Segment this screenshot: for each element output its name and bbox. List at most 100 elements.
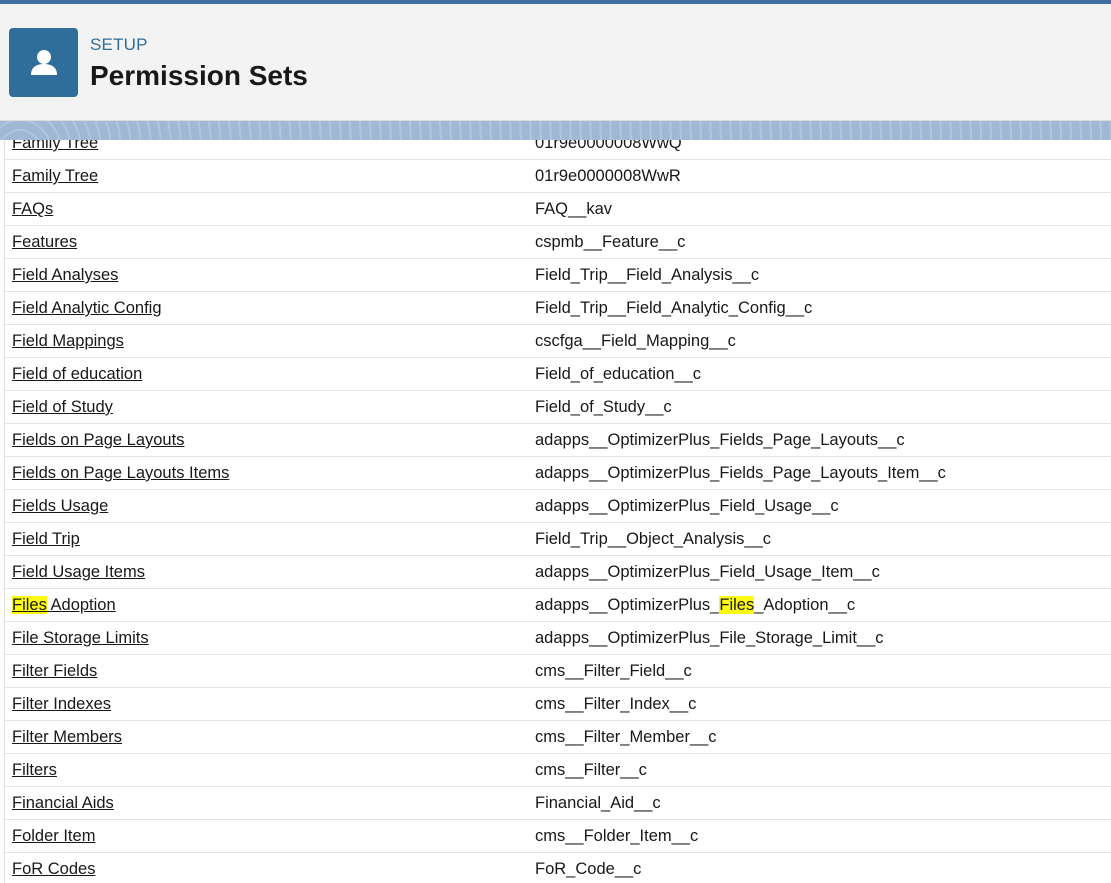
table-row: Folder Item cms__Folder_Item__c <box>5 820 1111 853</box>
api-name-cell: cscfga__Field_Mapping__c <box>535 332 736 350</box>
search-highlight: Files <box>12 596 47 614</box>
permission-set-link[interactable]: Field Analyses <box>12 266 118 284</box>
permission-set-link[interactable]: Fields Usage <box>12 497 108 515</box>
permission-set-link[interactable]: Fields on Page Layouts <box>12 431 184 449</box>
table-row: Field Usage Items adapps__OptimizerPlus_F… <box>5 556 1111 589</box>
permission-set-name-cell: Fields on Page Layouts <box>12 431 184 450</box>
page-title: Permission Sets <box>90 60 308 91</box>
permission-set-name-cell: Financial Aids <box>12 794 114 813</box>
api-name-cell: 01r9e0000008WwR <box>535 167 681 185</box>
permission-set-name-cell: Field Usage Items <box>12 563 145 582</box>
table-row: FoR Codes FoR_Code__c <box>5 853 1111 883</box>
page-header: SETUP Permission Sets <box>0 4 1111 121</box>
results-table: Family Tree 01r9e0000008WwQ Family Tree 01r… <box>4 140 1111 883</box>
permission-set-link[interactable]: FAQs <box>12 200 53 218</box>
table-row: Files Adoption adapps__OptimizerPlus_File… <box>5 589 1111 622</box>
permission-set-name-cell: FoR Codes <box>12 860 95 879</box>
permission-set-name-cell: Folder Item <box>12 827 95 846</box>
permission-set-name-cell: Field Analyses <box>12 266 118 285</box>
api-name-cell: Field_Trip__Field_Analysis__c <box>535 266 760 284</box>
table-row: Field Analytic Config Field_Trip__Field_A… <box>5 292 1111 325</box>
permission-set-name-cell: Field Mappings <box>12 332 124 351</box>
permission-set-link[interactable]: Family Tree <box>12 167 98 185</box>
api-name-cell: cms__Folder_Item__c <box>535 827 699 845</box>
permission-set-link[interactable]: Family Tree <box>12 140 98 152</box>
permission-set-name-cell: Filter Members <box>12 728 122 747</box>
table-row: Field Analyses Field_Trip__Field_Analysis… <box>5 259 1111 292</box>
permission-set-link[interactable]: Field Trip <box>12 530 80 548</box>
permission-set-name-cell: Filters <box>12 761 57 780</box>
permission-set-name-cell: Family Tree <box>12 140 98 153</box>
table-row: Field Mappings cscfga__Field_Mapping__c <box>5 325 1111 358</box>
api-name-cell: Field_of_education__c <box>535 365 702 383</box>
api-name-cell: Field_of_Study__c <box>535 398 672 416</box>
permission-set-link[interactable]: Field of Study <box>12 398 113 416</box>
table-row: Family Tree 01r9e0000008WwR <box>5 160 1111 193</box>
permission-set-link[interactable]: Folder Item <box>12 827 95 845</box>
table-row: Features cspmb__Feature__c <box>5 226 1111 259</box>
permission-set-link[interactable]: Fields on Page Layouts Items <box>12 464 229 482</box>
table-row: Filter Indexes cms__Filter_Index__c <box>5 688 1111 721</box>
table-row: Fields Usage adapps__OptimizerPlus_Field_… <box>5 490 1111 523</box>
api-name-cell: FoR_Code__c <box>535 860 642 878</box>
api-name-cell: Field_Trip__Object_Analysis__c <box>535 530 772 548</box>
permission-set-name-cell: Features <box>12 233 77 252</box>
api-name-cell: Financial_Aid__c <box>535 794 661 812</box>
breadcrumb: SETUP <box>90 35 148 54</box>
permission-set-link[interactable]: FoR Codes <box>12 860 95 878</box>
table-row: Field Trip Field_Trip__Object_Analysis__c <box>5 523 1111 556</box>
api-name-cell: cms__Filter_Member__c <box>535 728 717 746</box>
permission-set-link[interactable]: Field of education <box>12 365 142 383</box>
table-row: Filter Fields cms__Filter_Field__c <box>5 655 1111 688</box>
permission-set-name-cell: Filter Indexes <box>12 695 111 714</box>
permission-set-link[interactable]: Financial Aids <box>12 794 114 812</box>
permission-set-link[interactable]: Field Analytic Config <box>12 299 162 317</box>
permission-set-link[interactable]: Filter Fields <box>12 662 97 680</box>
api-name-cell: cms__Filter__c <box>535 761 647 779</box>
api-name-cell: 01r9e0000008WwQ <box>535 140 682 152</box>
table-row: Fields on Page Layouts adapps__OptimizerP… <box>5 424 1111 457</box>
permission-set-link[interactable]: Field Usage Items <box>12 563 145 581</box>
api-name-cell: adapps__OptimizerPlus_Fields_Page_Layout… <box>535 464 946 482</box>
table-row: FAQs FAQ__kav <box>5 193 1111 226</box>
permission-set-name-cell: Files Adoption <box>12 596 116 615</box>
table-row: Filter Members cms__Filter_Member__c <box>5 721 1111 754</box>
permission-set-name-cell: Fields on Page Layouts Items <box>12 464 229 483</box>
permission-set-name-cell: FAQs <box>12 200 53 219</box>
user-icon <box>9 28 78 97</box>
api-name-cell: adapps__OptimizerPlus_Field_Usage__c <box>535 497 839 515</box>
permission-set-name-cell: Field Trip <box>12 530 80 549</box>
permission-set-link[interactable]: Features <box>12 233 77 251</box>
table-row: Family Tree 01r9e0000008WwQ <box>5 140 1111 160</box>
api-name-cell: cms__Filter_Index__c <box>535 695 697 713</box>
table-row: Field of Study Field_of_Study__c <box>5 391 1111 424</box>
api-name-cell: adapps__OptimizerPlus_Fields_Page_Layout… <box>535 431 905 449</box>
permission-set-name-cell: Field Analytic Config <box>12 299 162 318</box>
api-name-cell: adapps__OptimizerPlus_Field_Usage_Item__… <box>535 563 880 581</box>
table-row: File Storage Limits adapps__OptimizerPlus… <box>5 622 1111 655</box>
api-name-cell: cspmb__Feature__c <box>535 233 686 251</box>
permission-set-name-cell: Fields Usage <box>12 497 108 516</box>
permission-set-link[interactable]: File Storage Limits <box>12 629 149 647</box>
permission-set-name-cell: Field of Study <box>12 398 113 417</box>
api-name-cell: FAQ__kav <box>535 200 613 218</box>
permission-set-link[interactable]: Files Adoption <box>12 596 116 614</box>
table-row: Financial Aids Financial_Aid__c <box>5 787 1111 820</box>
search-highlight: Files <box>719 596 755 614</box>
permission-set-name-cell: Filter Fields <box>12 662 97 681</box>
api-name-cell: adapps__OptimizerPlus_File_Storage_Limit… <box>535 629 884 647</box>
permission-set-name-cell: Field of education <box>12 365 142 384</box>
table-row: Fields on Page Layouts Items adapps__Opti… <box>5 457 1111 490</box>
api-name-cell: cms__Filter_Field__c <box>535 662 692 680</box>
api-name-cell: Field_Trip__Field_Analytic_Config__c <box>535 299 813 317</box>
permission-set-name-cell: Family Tree <box>12 167 98 186</box>
api-name-cell: adapps__OptimizerPlus_Files_Adoption__c <box>535 596 856 614</box>
permission-set-link[interactable]: Filter Indexes <box>12 695 111 713</box>
decorative-banner <box>0 121 1111 140</box>
table-row: Field of education Field_of_education__c <box>5 358 1111 391</box>
permission-set-link[interactable]: Filters <box>12 761 57 779</box>
permission-set-link[interactable]: Field Mappings <box>12 332 124 350</box>
table-row: Filters cms__Filter__c <box>5 754 1111 787</box>
permission-set-link[interactable]: Filter Members <box>12 728 122 746</box>
permission-set-name-cell: File Storage Limits <box>12 629 149 648</box>
